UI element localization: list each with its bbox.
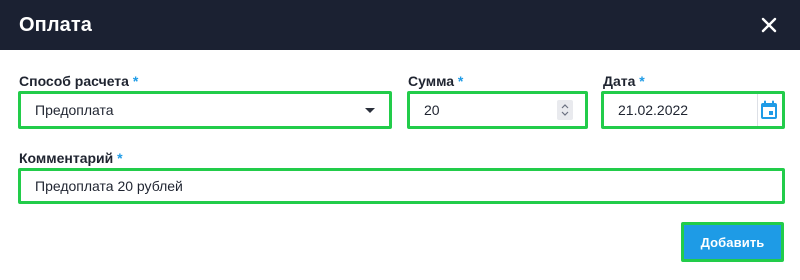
comment-label: Комментарий * (19, 150, 123, 166)
comment-value: Предоплата 20 рублей (35, 178, 183, 194)
add-button-label: Добавить (700, 234, 765, 250)
close-icon (761, 17, 777, 33)
dialog-title: Оплата (19, 13, 92, 36)
amount-input[interactable]: 20 (407, 91, 588, 129)
spinner-icon[interactable] (557, 100, 573, 120)
close-button[interactable] (758, 14, 780, 36)
amount-label: Сумма * (408, 73, 464, 89)
amount-value: 20 (424, 102, 440, 118)
date-divider (757, 94, 758, 126)
chevron-down-icon (365, 108, 375, 113)
dialog-header: Оплата (0, 0, 800, 50)
payment-method-select[interactable]: Предоплата (18, 91, 392, 129)
add-button[interactable]: Добавить (681, 222, 784, 262)
payment-method-label: Способ расчета * (19, 73, 139, 89)
comment-input[interactable]: Предоплата 20 рублей (18, 168, 785, 204)
date-label: Дата * (603, 73, 645, 89)
payment-method-value: Предоплата (35, 102, 114, 118)
calendar-icon[interactable] (760, 100, 778, 120)
date-input[interactable]: 21.02.2022 (601, 91, 785, 129)
payment-dialog: Оплата Способ расчета * Предоплата Сумма… (0, 0, 800, 280)
date-value: 21.02.2022 (618, 102, 689, 118)
